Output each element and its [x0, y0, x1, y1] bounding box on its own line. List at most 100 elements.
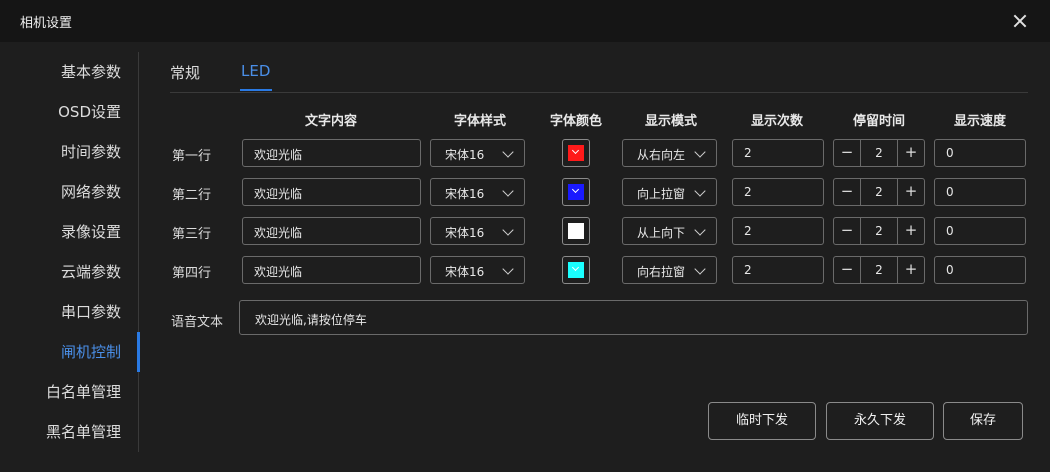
- permanent-send-button[interactable]: 永久下发: [826, 402, 934, 440]
- display-speed-input[interactable]: 0: [934, 217, 1026, 245]
- color-swatch: [568, 184, 584, 200]
- font-style-select[interactable]: 宋体16: [430, 217, 525, 245]
- display-mode-select[interactable]: 从右向左: [622, 139, 717, 167]
- chevron-down-icon: [502, 263, 514, 275]
- sidebar-item-recording[interactable]: 录像设置: [0, 212, 138, 252]
- voice-text-input[interactable]: 欢迎光临,请按位停车: [239, 300, 1028, 335]
- text-content-input[interactable]: 欢迎光临: [242, 139, 421, 167]
- stay-time-value[interactable]: 2: [860, 263, 898, 277]
- text-content-input[interactable]: 欢迎光临: [242, 217, 421, 245]
- display-mode-select[interactable]: 向右拉窗: [622, 256, 717, 284]
- chevron-down-icon: [694, 146, 706, 158]
- stay-time-value[interactable]: 2: [860, 146, 898, 160]
- display-mode-value: 向上拉窗: [637, 187, 686, 201]
- sidebar-item-blacklist[interactable]: 黑名单管理: [0, 412, 138, 452]
- tab-general[interactable]: 常规: [170, 62, 200, 83]
- tab-active-indicator: [240, 89, 272, 91]
- display-speed-value: 0: [946, 263, 954, 277]
- display-speed-input[interactable]: 0: [934, 178, 1026, 206]
- display-speed-value: 0: [946, 146, 954, 160]
- minus-button[interactable]: −: [834, 218, 861, 244]
- text-content-input[interactable]: 欢迎光临: [242, 256, 421, 284]
- sidebar-item-basic-params[interactable]: 基本参数: [0, 52, 138, 92]
- sidebar-item-cloud-params[interactable]: 云端参数: [0, 252, 138, 292]
- row-label: 第一行: [172, 149, 212, 164]
- chevron-down-icon: [502, 185, 514, 197]
- chevron-down-icon: [571, 146, 580, 155]
- display-count-input[interactable]: 2: [732, 256, 824, 284]
- display-speed-value: 0: [946, 224, 954, 238]
- stay-time-value[interactable]: 2: [860, 185, 898, 199]
- tab-led[interactable]: LED: [241, 62, 270, 80]
- sidebar-divider: [138, 52, 139, 452]
- display-mode-value: 从上向下: [637, 226, 686, 240]
- col-header-color: 字体颜色: [549, 114, 603, 129]
- plus-button[interactable]: +: [897, 179, 924, 205]
- font-style-value: 宋体16: [445, 226, 485, 240]
- plus-button[interactable]: +: [897, 140, 924, 166]
- chevron-down-icon: [502, 224, 514, 236]
- plus-button[interactable]: +: [897, 257, 924, 283]
- font-color-picker[interactable]: [562, 139, 590, 167]
- chevron-down-icon: [571, 263, 580, 272]
- display-speed-input[interactable]: 0: [934, 256, 1026, 284]
- display-count-input[interactable]: 2: [732, 178, 824, 206]
- tab-bar: 常规 LED: [170, 55, 1028, 93]
- chevron-down-icon: [694, 224, 706, 236]
- save-button[interactable]: 保存: [943, 402, 1023, 440]
- display-mode-value: 向右拉窗: [637, 265, 686, 279]
- display-mode-select[interactable]: 从上向下: [622, 217, 717, 245]
- text-content-value: 欢迎光临: [254, 187, 303, 201]
- font-color-picker[interactable]: [562, 178, 590, 206]
- display-speed-input[interactable]: 0: [934, 139, 1026, 167]
- color-swatch: [568, 223, 584, 239]
- chevron-down-icon: [694, 185, 706, 197]
- plus-button[interactable]: +: [897, 218, 924, 244]
- stay-time-stepper: −2 +: [833, 178, 925, 206]
- stay-time-value[interactable]: 2: [860, 224, 898, 238]
- stay-time-stepper: −2 +: [833, 139, 925, 167]
- col-header-mode: 显示模式: [644, 114, 698, 129]
- sidebar-item-time-params[interactable]: 时间参数: [0, 132, 138, 172]
- minus-button[interactable]: −: [834, 257, 861, 283]
- stay-time-stepper: −2 +: [833, 256, 925, 284]
- voice-text-value: 欢迎光临,请按位停车: [255, 313, 367, 327]
- font-style-select[interactable]: 宋体16: [430, 139, 525, 167]
- close-icon[interactable]: [1012, 13, 1028, 29]
- text-content-value: 欢迎光临: [254, 265, 303, 279]
- title-bar: 相机设置: [0, 0, 1050, 42]
- font-color-picker[interactable]: [562, 256, 590, 284]
- col-header-font: 字体样式: [453, 114, 507, 129]
- chevron-down-icon: [502, 146, 514, 158]
- sidebar-item-gate-control[interactable]: 闸机控制: [0, 332, 140, 372]
- text-content-value: 欢迎光临: [254, 226, 303, 240]
- minus-button[interactable]: −: [834, 179, 861, 205]
- minus-button[interactable]: −: [834, 140, 861, 166]
- sidebar-item-osd-settings[interactable]: OSD设置: [0, 92, 138, 132]
- row-label: 第四行: [172, 266, 212, 281]
- display-count-input[interactable]: 2: [732, 139, 824, 167]
- font-color-picker[interactable]: [562, 217, 590, 245]
- sidebar-item-network-params[interactable]: 网络参数: [0, 172, 138, 212]
- row-label: 第二行: [172, 188, 212, 203]
- chevron-down-icon: [694, 263, 706, 275]
- font-style-select[interactable]: 宋体16: [430, 256, 525, 284]
- display-count-value: 2: [744, 185, 752, 199]
- font-style-value: 宋体16: [445, 187, 485, 201]
- sidebar-item-serial-params[interactable]: 串口参数: [0, 292, 138, 332]
- row-label: 第三行: [172, 227, 212, 242]
- text-content-input[interactable]: 欢迎光临: [242, 178, 421, 206]
- font-style-value: 宋体16: [445, 265, 485, 279]
- display-mode-select[interactable]: 向上拉窗: [622, 178, 717, 206]
- color-swatch: [568, 145, 584, 161]
- font-style-select[interactable]: 宋体16: [430, 178, 525, 206]
- display-count-input[interactable]: 2: [732, 217, 824, 245]
- text-content-value: 欢迎光临: [254, 148, 303, 162]
- temporary-send-button[interactable]: 临时下发: [708, 402, 816, 440]
- sidebar-item-whitelist[interactable]: 白名单管理: [0, 372, 138, 412]
- col-header-stay: 停留时间: [852, 114, 906, 129]
- stay-time-stepper: −2 +: [833, 217, 925, 245]
- sidebar: 基本参数 OSD设置 时间参数 网络参数 录像设置 云端参数 串口参数 闸机控制…: [0, 52, 140, 452]
- col-header-count: 显示次数: [750, 114, 804, 129]
- col-header-text: 文字内容: [304, 114, 358, 129]
